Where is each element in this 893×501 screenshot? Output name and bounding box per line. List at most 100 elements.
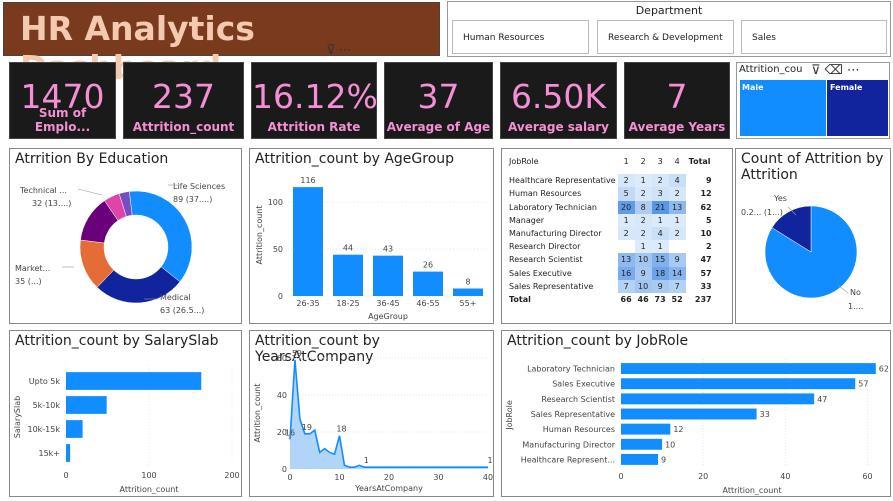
more-options-icon[interactable]: ⋯ — [339, 43, 352, 58]
table-cell: Sales Representative — [509, 281, 594, 291]
education-donut-chart: Life Sciences 89 (37....) Medical 63 (26.5.… — [15, 182, 225, 315]
filter-icon[interactable]: ⊽ — [326, 43, 336, 58]
table-row[interactable]: Healthcare Representative 2 1 2 4 9 — [507, 174, 714, 188]
table-row[interactable]: Research Director 1 1 2 — [507, 240, 714, 254]
x-tick-label: 60 — [862, 472, 872, 481]
table-cell: 7 — [617, 279, 635, 293]
eraser-icon[interactable]: ⌫ — [825, 63, 843, 78]
table-row[interactable]: Total 66 46 73 52 237 — [507, 293, 714, 306]
table-cell: 2 — [617, 174, 635, 188]
bar — [453, 288, 483, 296]
kpi-card-average-salary: 6.50K Average salary — [500, 62, 617, 139]
callout-name: Yes — [773, 194, 787, 203]
slicer-option-sales[interactable]: Sales — [741, 20, 887, 54]
callout-name: No — [850, 288, 861, 297]
more-options-icon[interactable]: ⋯ — [847, 63, 860, 78]
bar — [621, 438, 663, 450]
table-row[interactable]: Human Resources 5 2 3 2 12 — [507, 187, 714, 201]
x-axis-title: YearsAtCompany — [354, 484, 423, 493]
years-area-chart: 02040600 10 20 30 40165919 181 1YearsAtCompany… — [253, 349, 493, 493]
y-tick-label: Sales Executive — [552, 380, 615, 389]
bar — [621, 378, 856, 390]
table-row[interactable]: Sales Representative 7 10 9 7 33 — [507, 279, 714, 293]
slicer-option-hr[interactable]: Human Resources — [452, 20, 589, 54]
bar — [621, 408, 757, 420]
data-label: 16 — [285, 428, 295, 437]
column-header[interactable]: 3 — [652, 155, 669, 168]
x-axis-title: Attrition_count — [119, 485, 178, 494]
kpi-card-attrition-rate: 16.12% Attrition Rate — [251, 62, 378, 139]
kpi-card-employees: 1470 Sum of Emplo... — [9, 62, 116, 139]
x-tick-label: 0 — [63, 471, 68, 480]
table-cell: 20 — [617, 200, 635, 214]
data-label: 18 — [336, 425, 346, 434]
data-label: 62 — [879, 365, 889, 374]
table-cell: 4 — [668, 174, 686, 188]
table-row[interactable]: Manufacturing Director 2 2 4 2 10 — [507, 226, 714, 241]
table-cell: 1 — [617, 213, 635, 227]
table-cell: 10 — [700, 229, 712, 239]
y-tick-label: Sales Representative — [531, 410, 615, 419]
dashboard-title-banner: HR Analytics Dashboard — [3, 2, 440, 87]
data-label: 44 — [343, 244, 353, 253]
treemap-tile-label: Female — [830, 83, 863, 92]
bar — [621, 393, 815, 405]
kpi-label: Attrition_count — [132, 120, 235, 134]
column-header[interactable]: 4 — [669, 155, 686, 168]
kpi-value: 7 — [666, 77, 688, 116]
treemap-tile-female[interactable]: Female — [826, 80, 888, 136]
column-header[interactable]: 1 — [618, 155, 635, 168]
y-axis-title: SalarySlab — [13, 396, 22, 438]
jobrole-bar-chart: 0 20 40 60 62 Laboratory Technician 57 Sales Ex… — [505, 359, 889, 495]
y-tick-label: Upto 5k — [29, 377, 61, 386]
table-cell: 8 — [634, 200, 652, 214]
table-cell: Manufacturing Director — [509, 229, 602, 239]
y-tick-label: 0 — [282, 465, 287, 474]
salaryslab-bar-panel: Attrition_count by SalarySlab 0 100 200 Upt… — [9, 330, 242, 497]
table-row[interactable]: Research Scientist 13 10 15 9 47 — [507, 253, 714, 267]
kpi-value: 16.12% — [252, 77, 378, 116]
data-label: 116 — [300, 176, 315, 185]
table-cell: Healthcare Representative — [509, 176, 616, 186]
x-tick-label: 55+ — [460, 299, 477, 308]
data-label: 59 — [292, 349, 302, 358]
table-row[interactable]: Laboratory Technician 20 8 21 13 62 — [507, 200, 714, 214]
table-cell: 12 — [700, 189, 712, 199]
agegroup-bar-chart: 0 50 100 116 26-35 44 18-25 43 36-45 26 46-55 8 55+ A… — [255, 176, 488, 321]
x-axis-title: Attrition_count — [722, 486, 781, 495]
series-line — [289, 359, 488, 468]
kpi-label: Sum of Emplo... — [34, 106, 91, 134]
table-cell: 52 — [671, 294, 683, 304]
filter-icon[interactable]: ⊽ — [811, 63, 821, 78]
data-label: 33 — [760, 410, 770, 419]
table-row[interactable]: Manager 1 2 1 1 5 — [507, 213, 714, 227]
callout-value: 1.... — [848, 302, 863, 311]
x-tick-label: 20 — [698, 472, 708, 481]
y-tick-label: Manufacturing Director — [522, 440, 615, 449]
table-cell: 9 — [634, 266, 652, 280]
table-cell: 10 — [634, 279, 652, 293]
y-tick-label: Human Resources — [543, 425, 615, 434]
table-cell: 47 — [700, 255, 712, 265]
callout-name: Medical — [160, 293, 191, 302]
y-tick-label: 50 — [273, 245, 283, 254]
column-header[interactable]: JobRole — [507, 155, 618, 168]
table-row[interactable]: Sales Executive 16 9 18 14 57 — [507, 266, 714, 280]
x-tick-label: 40 — [780, 472, 790, 481]
x-tick-label: 200 — [224, 471, 239, 480]
table-cell: 1 — [634, 174, 652, 188]
slicer-option-rd[interactable]: Research & Development — [597, 20, 734, 54]
column-header[interactable]: 2 — [635, 155, 652, 168]
table-cell: 2 — [651, 174, 669, 188]
treemap-header-icons: ⊽ ⌫ ⋯ — [811, 63, 860, 78]
callout-value: 63 (26.5...) — [160, 306, 204, 315]
table-cell: 18 — [651, 266, 669, 280]
bar — [66, 444, 71, 462]
y-tick-label: 0 — [278, 292, 283, 301]
table-cell: 1 — [651, 213, 669, 227]
table-cell — [618, 240, 635, 253]
treemap-tile-male[interactable]: Male — [740, 80, 826, 136]
column-header[interactable]: Total — [686, 155, 714, 168]
table-cell: 2 — [706, 242, 712, 252]
data-label: 47 — [817, 395, 827, 404]
